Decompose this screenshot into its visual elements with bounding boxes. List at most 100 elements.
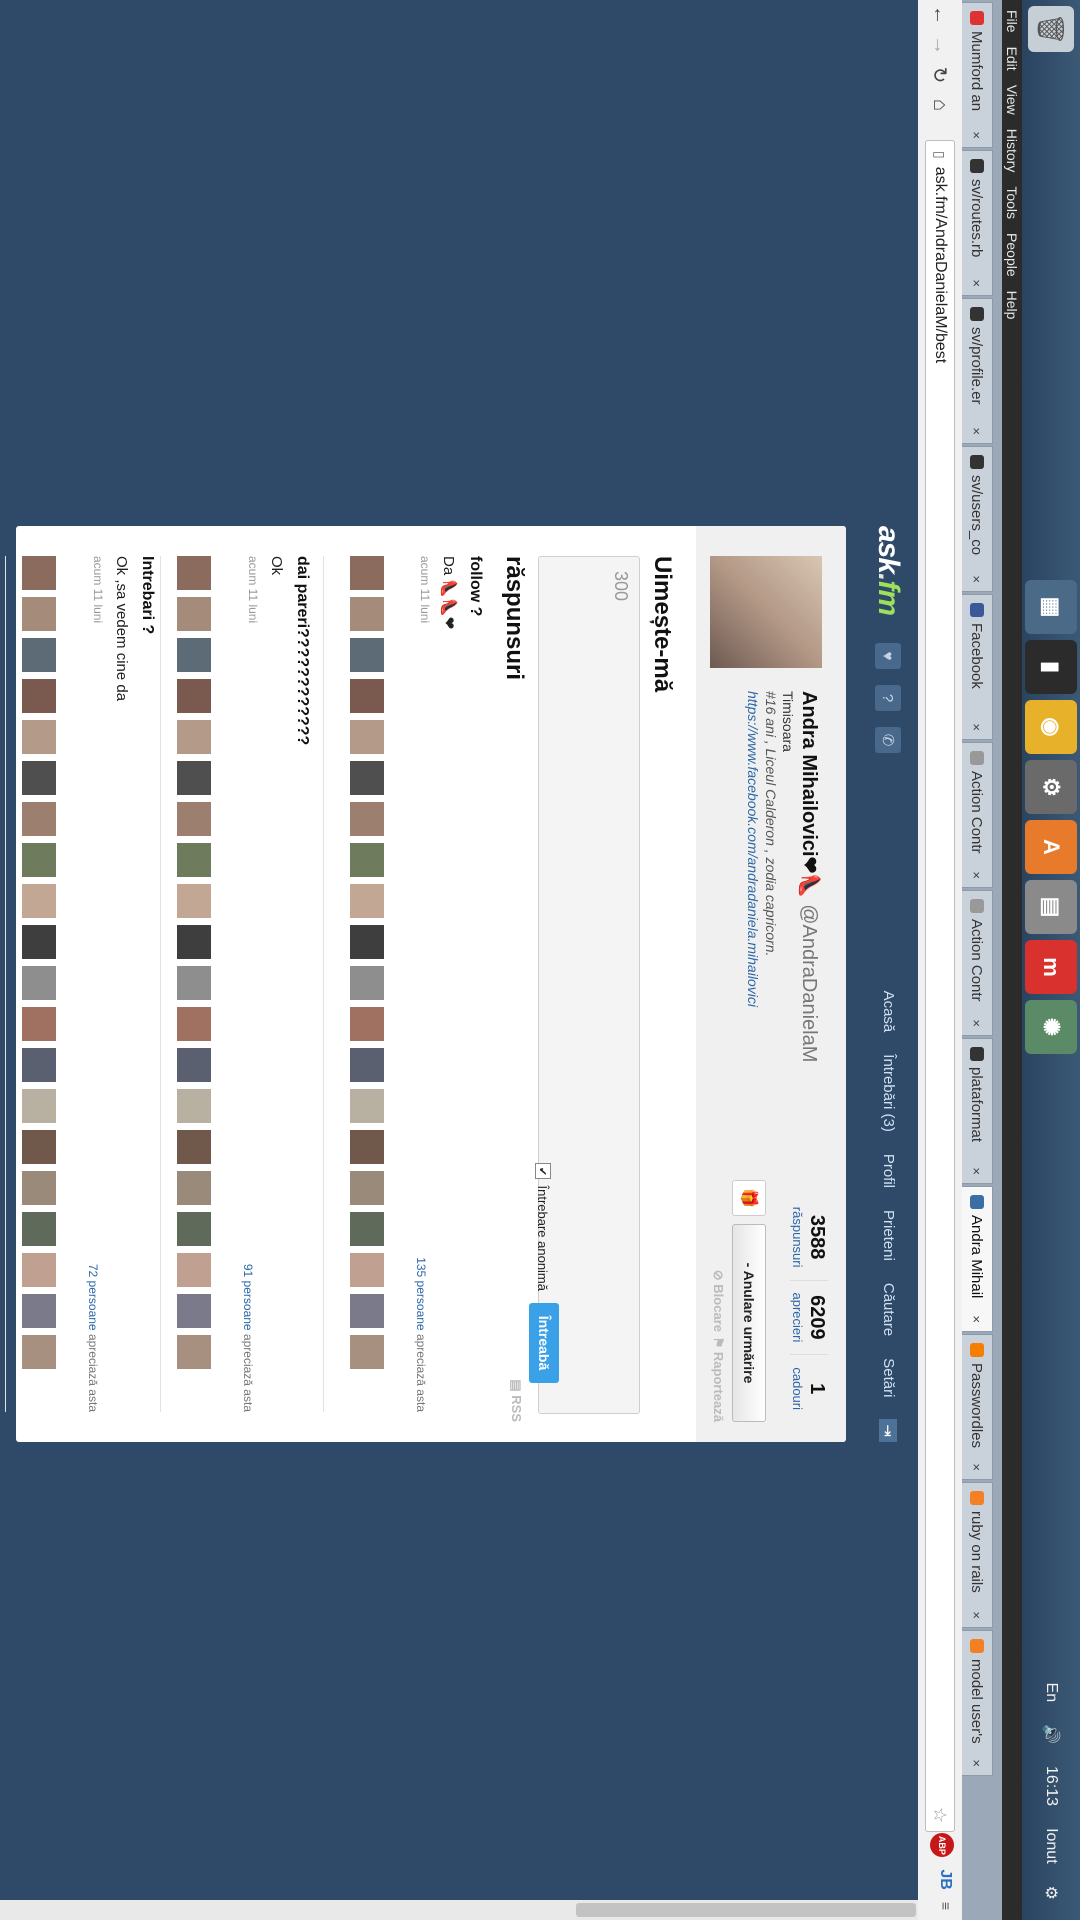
menu-item-history[interactable]: History [1004, 129, 1020, 173]
liker-avatar[interactable] [350, 1130, 384, 1164]
page-scrollbar[interactable] [0, 1900, 918, 1920]
liker-avatar[interactable] [177, 1335, 211, 1369]
files-icon[interactable]: ▤ [1025, 880, 1077, 934]
liker-avatar[interactable] [177, 556, 211, 590]
volume-icon[interactable]: 🔊 [1041, 1724, 1061, 1744]
close-tab-icon[interactable]: × [970, 871, 985, 879]
liker-avatar[interactable] [22, 597, 56, 631]
menu-item-tools[interactable]: Tools [1004, 186, 1020, 219]
close-tab-icon[interactable]: × [970, 723, 985, 731]
liker-avatar[interactable] [350, 802, 384, 836]
liker-avatar[interactable] [350, 1171, 384, 1205]
liker-avatar[interactable] [22, 1335, 56, 1369]
back-icon[interactable]: ← [929, 0, 952, 30]
liker-avatar[interactable] [177, 925, 211, 959]
adblock-icon[interactable]: ABP [930, 1833, 954, 1858]
liker-avatar[interactable] [350, 638, 384, 672]
browser-tab[interactable]: Passwordles × [962, 1334, 993, 1480]
liker-avatar[interactable] [350, 761, 384, 795]
browser-tab[interactable]: plataformat × [962, 1038, 993, 1184]
liker-avatar[interactable] [350, 1048, 384, 1082]
menu-item-people[interactable]: People [1004, 233, 1020, 277]
liker-avatar[interactable] [350, 884, 384, 918]
liker-avatar[interactable] [350, 597, 384, 631]
liker-avatar[interactable] [22, 1212, 56, 1246]
menu-item-help[interactable]: Help [1004, 291, 1020, 320]
keyboard-layout[interactable]: En [1042, 1683, 1060, 1703]
browser-tab[interactable]: Action Contr × [962, 890, 993, 1036]
nav-item[interactable]: Căutare [879, 1283, 897, 1336]
browser-tab[interactable]: sv/profile.er × [962, 298, 993, 444]
clock[interactable]: 16:13 [1042, 1766, 1060, 1806]
liker-avatar[interactable] [22, 1130, 56, 1164]
liker-avatar[interactable] [350, 843, 384, 877]
liker-avatar[interactable] [350, 679, 384, 713]
anonymous-checkbox[interactable]: ✔ [535, 1163, 551, 1180]
liker-avatar[interactable] [350, 1253, 384, 1287]
liker-avatar[interactable] [350, 1335, 384, 1369]
liker-avatar[interactable] [350, 1007, 384, 1041]
bookmark-star-icon[interactable]: ☆ [930, 1807, 951, 1823]
phone-icon[interactable]: ✆ [875, 727, 901, 754]
liker-avatar[interactable] [177, 679, 211, 713]
liker-avatar[interactable] [177, 966, 211, 1000]
close-tab-icon[interactable]: × [970, 1463, 985, 1471]
liker-avatar[interactable] [22, 761, 56, 795]
block-link[interactable]: ⊘ Blocare [710, 1270, 726, 1332]
liker-avatar[interactable] [177, 638, 211, 672]
menu-icon[interactable]: ≡ [930, 1902, 954, 1910]
likes-count[interactable]: 91 persoane [241, 1264, 255, 1331]
liker-avatar[interactable] [22, 966, 56, 1000]
liker-avatar[interactable] [22, 1253, 56, 1287]
liker-avatar[interactable] [177, 597, 211, 631]
stat-gifts[interactable]: 1 cadouri [790, 1354, 828, 1422]
liker-avatar[interactable] [177, 761, 211, 795]
close-tab-icon[interactable]: × [970, 575, 985, 583]
liker-avatar[interactable] [350, 1294, 384, 1328]
askfm-logo[interactable]: ask.fm [871, 526, 905, 615]
liker-avatar[interactable] [350, 1089, 384, 1123]
liker-avatar[interactable] [22, 1294, 56, 1328]
settings-icon[interactable]: ⚙ [1025, 760, 1077, 814]
liker-avatar[interactable] [177, 720, 211, 754]
workspace-switcher-icon[interactable]: ▦ [1025, 580, 1077, 634]
close-tab-icon[interactable]: × [970, 131, 985, 139]
close-tab-icon[interactable]: × [970, 1611, 985, 1619]
report-link[interactable]: ⚑ Raportează [710, 1337, 726, 1422]
software-center-icon[interactable]: A [1025, 820, 1077, 874]
liker-avatar[interactable] [177, 1171, 211, 1205]
liker-avatar[interactable] [22, 1171, 56, 1205]
menu-item-file[interactable]: File [1004, 10, 1020, 33]
terminal-icon[interactable]: ▮ [1025, 640, 1077, 694]
answer-likes[interactable]: 72 persoane apreciază asta [86, 1264, 100, 1412]
liker-avatar[interactable] [177, 802, 211, 836]
liker-avatar[interactable] [350, 720, 384, 754]
liker-avatar[interactable] [350, 556, 384, 590]
liker-avatar[interactable] [350, 1212, 384, 1246]
liker-avatar[interactable] [22, 679, 56, 713]
nav-item[interactable]: Prieteni [879, 1210, 897, 1261]
nav-item[interactable]: Profil [879, 1154, 897, 1188]
liker-avatar[interactable] [177, 1048, 211, 1082]
browser-tab[interactable]: Facebook × [962, 594, 993, 740]
stat-answers[interactable]: 3588 răspunsuri [790, 1195, 828, 1280]
mendeley-icon[interactable]: m [1025, 940, 1077, 994]
rss-link[interactable]: ▤ RSS [508, 1379, 524, 1422]
browser-tab[interactable]: sv/users_co × [962, 446, 993, 592]
liker-avatar[interactable] [177, 1089, 211, 1123]
liker-avatar[interactable] [177, 1130, 211, 1164]
jetbrains-icon[interactable]: JB [930, 1869, 954, 1889]
liker-avatar[interactable] [22, 638, 56, 672]
home-icon[interactable]: ⌂ [929, 90, 952, 120]
liker-avatar[interactable] [177, 1294, 211, 1328]
likes-count[interactable]: 135 persoane [414, 1257, 428, 1330]
logout-icon[interactable]: ⇥ [879, 1419, 897, 1442]
menu-item-edit[interactable]: Edit [1004, 47, 1020, 71]
reload-icon[interactable]: ↻ [928, 60, 953, 90]
close-tab-icon[interactable]: × [970, 1315, 985, 1323]
liker-avatar[interactable] [177, 1253, 211, 1287]
liker-avatar[interactable] [22, 925, 56, 959]
ubuntu-icon[interactable]: ✺ [1025, 1000, 1077, 1054]
answer-likes[interactable]: 91 persoane apreciază asta [241, 1264, 255, 1412]
close-tab-icon[interactable]: × [970, 1167, 985, 1175]
